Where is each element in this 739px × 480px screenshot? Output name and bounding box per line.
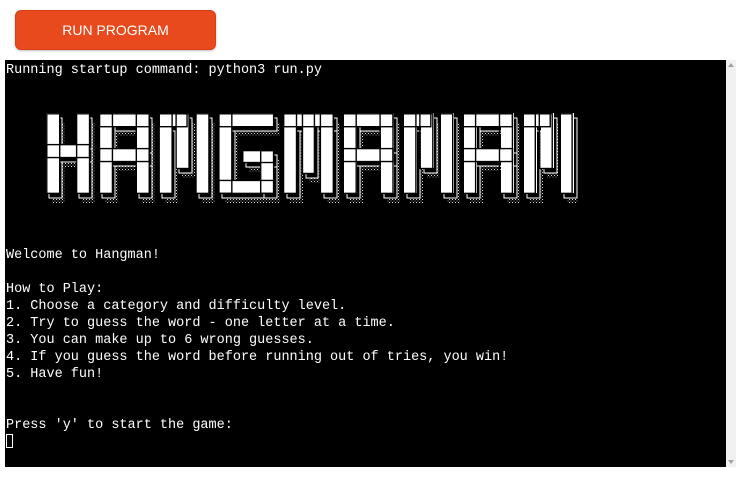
start-prompt: Press 'y' to start the game:: [6, 418, 233, 433]
terminal-scrollbar[interactable]: [726, 60, 736, 467]
instruction-line-5: 5. Have fun!: [6, 367, 104, 382]
instruction-line-2: 2. Try to guess the word - one letter at…: [6, 316, 395, 331]
scroll-down-arrow-icon[interactable]: [728, 460, 734, 464]
hangman-ascii-banner: [46, 113, 578, 203]
how-to-play-heading: How to Play:: [6, 282, 104, 297]
scroll-up-arrow-icon[interactable]: [728, 63, 734, 67]
terminal-output: Welcome to Hangman! How to Play: 1. Choo…: [6, 247, 508, 434]
welcome-line: Welcome to Hangman!: [6, 248, 160, 263]
terminal[interactable]: Running startup command: python3 run.py: [5, 60, 726, 467]
run-program-button[interactable]: RUN PROGRAM: [15, 10, 216, 50]
instruction-line-4: 4. If you guess the word before running …: [6, 350, 509, 365]
startup-command-line: Running startup command: python3 run.py: [6, 63, 322, 78]
instruction-line-1: 1. Choose a category and difficulty leve…: [6, 299, 347, 314]
instruction-line-3: 3. You can make up to 6 wrong guesses.: [6, 333, 314, 348]
terminal-cursor: [6, 434, 13, 448]
